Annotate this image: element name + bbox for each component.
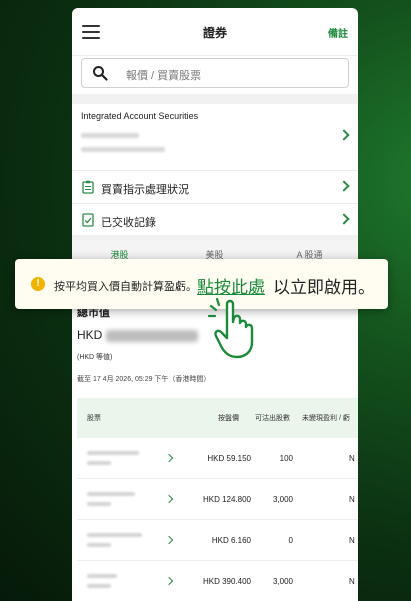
price-cell: HKD 59.150 [207, 454, 251, 463]
chevron-right-icon [164, 535, 174, 545]
stock-code-redacted [87, 502, 111, 506]
price-cell: HKD 6.160 [211, 536, 251, 545]
chevron-right-icon [338, 129, 350, 141]
column-header-stock: 股票 [87, 415, 101, 422]
account-number-redacted [81, 133, 139, 138]
banner-message: 按平均買入價自動計算盈虧。 [54, 281, 197, 293]
menu-item-settled-records[interactable]: 已交收記錄 [72, 203, 358, 235]
equivalent-note: (HKD 等值) [77, 354, 113, 361]
divider [72, 94, 358, 104]
stock-name-redacted [87, 533, 142, 537]
quantity-cell: 100 [279, 454, 293, 463]
stock-name-redacted [87, 492, 135, 496]
chevron-right-icon [164, 453, 174, 463]
holdings-table: 股票 按盤價 可沽出股數 未變現盈利 / 虧 HKD 59.150 100 N … [77, 398, 358, 601]
quantity-cell: 0 [288, 536, 293, 545]
enable-link[interactable]: 點按此處 [197, 273, 265, 298]
page-title: 證券 [202, 26, 227, 40]
account-holder-redacted [81, 147, 165, 152]
top-bar: 證券 備註 [72, 8, 358, 56]
column-header-price: 按盤價 [218, 415, 239, 422]
clipboard-icon [82, 180, 94, 194]
total-value-redacted [106, 330, 198, 342]
table-row[interactable]: HKD 59.150 100 N [77, 438, 358, 479]
search-input[interactable]: 報價 / 買賣股票 [81, 58, 349, 88]
search-placeholder: 報價 / 買賣股票 [126, 70, 202, 82]
account-title: Integrated Account Securities [81, 111, 199, 121]
stock-code-redacted [87, 584, 111, 588]
unrealized-cell: N [349, 536, 355, 545]
average-cost-banner: ! 按平均買入價自動計算盈虧。 點按此處 以立即啟用。 [15, 259, 388, 309]
receipt-check-icon [82, 213, 94, 227]
unrealized-cell: N [349, 577, 355, 586]
chevron-right-icon [338, 180, 350, 192]
column-header-unrealized: 未變現盈利 / 虧 [302, 415, 350, 422]
as-of-timestamp: 截至 17 4月 2026, 05:29 下午（香港時間） [77, 376, 211, 383]
quantity-cell: 3,000 [272, 495, 293, 504]
quantity-cell: 3,000 [272, 577, 293, 586]
stock-name-redacted [87, 574, 117, 578]
unrealized-cell: N [349, 454, 355, 463]
account-card[interactable]: Integrated Account Securities [72, 104, 358, 164]
stock-name-redacted [87, 451, 139, 455]
table-row[interactable]: HKD 6.160 0 N [77, 520, 358, 561]
chevron-right-icon [164, 576, 174, 586]
banner-tail-text: 以立即啟用。 [273, 278, 375, 297]
table-row[interactable]: HKD 124.800 3,000 N [77, 479, 358, 520]
stock-code-redacted [87, 543, 111, 547]
column-header-quantity: 可沽出股數 [255, 415, 290, 422]
menu-item-label: 買賣指示處理狀況 [101, 184, 189, 196]
warning-icon: ! [31, 277, 45, 291]
currency-label: HKD [77, 328, 103, 342]
chevron-right-icon [164, 494, 174, 504]
chevron-right-icon [338, 213, 350, 225]
table-row[interactable]: HKD 390.400 3,000 N [77, 561, 358, 601]
stock-code-redacted [87, 461, 111, 465]
tap-hand-icon [207, 297, 254, 359]
price-cell: HKD 390.400 [202, 577, 251, 586]
notes-link[interactable]: 備註 [328, 25, 348, 40]
table-header: 股票 按盤價 可沽出股數 未變現盈利 / 虧 [77, 398, 358, 438]
price-cell: HKD 124.800 [202, 495, 251, 504]
unrealized-cell: N [349, 495, 355, 504]
menu-item-label: 已交收記錄 [101, 217, 156, 229]
menu-item-order-status[interactable]: 買賣指示處理狀況 [72, 170, 358, 202]
search-icon [93, 66, 108, 81]
